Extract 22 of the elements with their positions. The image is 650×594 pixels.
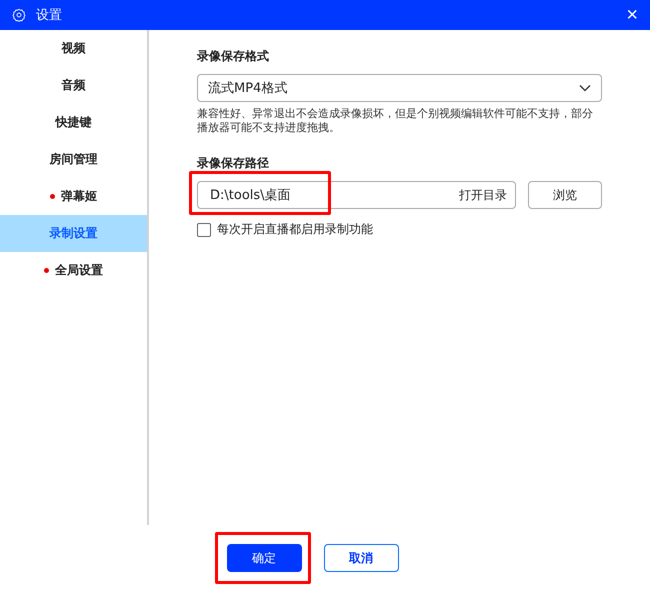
close-button[interactable]: × — [622, 5, 642, 25]
section-label: 录像保存格式 — [197, 48, 270, 65]
sidebar-item[interactable]: 录制设置 — [0, 215, 147, 252]
sidebar-item[interactable]: 音频 — [0, 67, 147, 104]
settings-icon — [12, 8, 26, 22]
sidebar-item[interactable]: 快捷键 — [0, 104, 147, 141]
browse-button[interactable]: 浏览 — [528, 181, 602, 209]
section-label: 录像保存路径 — [197, 155, 270, 172]
sidebar-item[interactable]: 全局设置 — [0, 252, 147, 289]
sidebar-item[interactable]: 视频 — [0, 30, 147, 67]
dialog-button[interactable]: 取消 — [324, 544, 398, 572]
format-dropdown[interactable]: 流式MP4格式 — [197, 74, 602, 102]
checkbox[interactable] — [197, 222, 211, 236]
checkbox-label: 每次开启直播都启用录制功能 — [217, 221, 373, 238]
dialog-button[interactable]: 确定 — [226, 544, 302, 572]
caret-icon — [579, 84, 591, 92]
format-hint: 兼容性好、异常退出不会造成录像损坏，但是个别视频编辑软件可能不支持，部分播放器可能不支持进度拖拽。 — [197, 107, 594, 135]
sidebar-item[interactable]: 弹幕姬 — [0, 178, 147, 215]
sidebar-item[interactable]: 房间管理 — [0, 141, 147, 178]
open-folder-button[interactable]: 打开目录 — [459, 186, 507, 204]
path-field[interactable]: D:\tools\桌面 打开目录 — [197, 181, 516, 209]
window-title: 设置 — [36, 7, 63, 24]
